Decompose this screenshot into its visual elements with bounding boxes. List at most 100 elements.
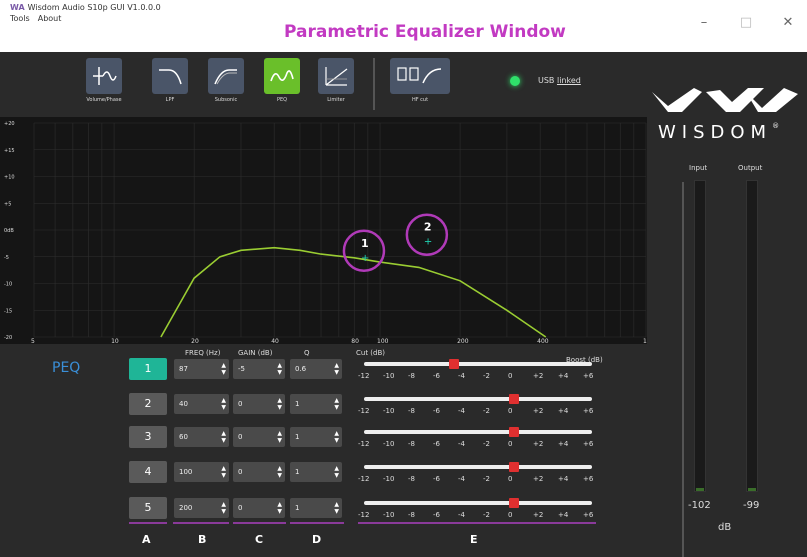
title-bar: WA Wisdom Audio S10p GUI V1.0.0.0 Tools … <box>0 0 807 52</box>
hf-cut-icon <box>390 58 450 94</box>
maximize-button[interactable]: □ <box>739 15 753 30</box>
freq-header: FREQ (Hz) <box>185 349 221 357</box>
spinner-arrows-icon[interactable]: ▲ ▼ <box>221 397 226 411</box>
spinner-arrows-icon[interactable]: ▲ ▼ <box>221 501 226 515</box>
q-spinbox[interactable]: 1 ▲ ▼ <box>290 462 342 482</box>
tool-subsonic[interactable]: Subsonic <box>204 58 248 112</box>
freq-spinbox[interactable]: 200 ▲ ▼ <box>174 498 229 518</box>
marker-label: 1 <box>361 237 369 250</box>
gain-slider-thumb[interactable] <box>509 394 520 404</box>
tool-label: Limiter <box>327 97 345 103</box>
q-spinbox[interactable]: 1 ▲ ▼ <box>290 498 342 518</box>
spinner-arrows-icon[interactable]: ▲ ▼ <box>221 362 226 376</box>
y-tick-label: +15 <box>4 148 15 154</box>
slider-tick-label: -8 <box>408 511 415 519</box>
freq-spinbox[interactable]: 100 ▲ ▼ <box>174 462 229 482</box>
freq-spinbox[interactable]: 60 ▲ ▼ <box>174 427 229 447</box>
tool-hf-cut[interactable]: HF cut <box>388 58 452 112</box>
band-select-button[interactable]: 5 <box>129 497 167 519</box>
window-title: Parametric Equalizer Window <box>284 22 566 42</box>
gain-slider-thumb[interactable] <box>448 359 459 369</box>
band-marker-2[interactable]: 2+ <box>405 213 449 256</box>
y-tick-label: +10 <box>4 175 15 181</box>
menu-tools[interactable]: Tools <box>10 14 30 23</box>
gain-slider[interactable] <box>364 394 592 404</box>
q-spinbox[interactable]: 0.6 ▲ ▼ <box>290 359 342 379</box>
gain-slider-thumb[interactable] <box>509 462 520 472</box>
column-letter-e: E <box>470 533 478 546</box>
tool-limiter[interactable]: Limiter <box>314 58 358 112</box>
band-select-button[interactable]: 2 <box>129 393 167 415</box>
spinner-arrows-icon[interactable]: ▲ ▼ <box>334 501 339 515</box>
spinner-arrows-icon[interactable]: ▲ ▼ <box>277 362 282 376</box>
tool-label: LPF <box>165 97 175 103</box>
spinner-arrows-icon[interactable]: ▲ ▼ <box>221 465 226 479</box>
peq-controls: PEQ FREQ (Hz) GAIN (dB) Q Cut (dB) Boost… <box>0 344 647 557</box>
slider-tick-label: -12 <box>358 372 370 380</box>
freq-spinbox-value: 87 <box>179 365 188 373</box>
close-button[interactable]: ✕ <box>781 15 795 30</box>
column-letter-d: D <box>312 533 322 546</box>
spinner-arrows-icon[interactable]: ▲ ▼ <box>277 397 282 411</box>
menu-about[interactable]: About <box>38 14 62 23</box>
slider-tick-label: 0 <box>508 511 513 519</box>
y-tick-label: -10 <box>4 282 12 288</box>
spinner-arrows-icon[interactable]: ▲ ▼ <box>334 397 339 411</box>
spinner-arrows-icon[interactable]: ▲ ▼ <box>277 430 282 444</box>
spinner-arrows-icon[interactable]: ▲ ▼ <box>277 465 282 479</box>
gain-spinbox[interactable]: 0 ▲ ▼ <box>233 498 285 518</box>
toolbar: Volume/Phase LPF Subsonic PEQ Limiter HF… <box>0 52 647 117</box>
input-meter <box>694 180 706 492</box>
column-letter-c: C <box>255 533 264 546</box>
brand-wordmark: WISDOM® <box>658 122 779 143</box>
gain-slider-thumb[interactable] <box>509 427 520 437</box>
slider-tick-label: -4 <box>458 511 465 519</box>
peq-icon <box>264 58 300 94</box>
spinner-arrows-icon[interactable]: ▲ ▼ <box>334 430 339 444</box>
slider-tick-label: -6 <box>433 407 440 415</box>
spinner-arrows-icon[interactable]: ▲ ▼ <box>334 362 339 376</box>
gain-slider-thumb[interactable] <box>509 498 520 508</box>
tool-peq[interactable]: PEQ <box>260 58 304 112</box>
slider-tick-label: -12 <box>358 440 370 448</box>
column-letter-b: B <box>198 533 207 546</box>
spinner-arrows-icon[interactable]: ▲ ▼ <box>334 465 339 479</box>
tool-volume-phase[interactable]: Volume/Phase <box>82 58 126 112</box>
q-spinbox[interactable]: 1 ▲ ▼ <box>290 394 342 414</box>
gain-spinbox[interactable]: 0 ▲ ▼ <box>233 427 285 447</box>
spinner-arrows-icon[interactable]: ▲ ▼ <box>221 430 226 444</box>
column-underline <box>290 522 344 524</box>
column-underline <box>233 522 286 524</box>
slider-tick-label: -6 <box>433 440 440 448</box>
spinner-arrows-icon[interactable]: ▲ ▼ <box>277 501 282 515</box>
band-select-button[interactable]: 3 <box>129 426 167 448</box>
freq-spinbox[interactable]: 87 ▲ ▼ <box>174 359 229 379</box>
gain-spinbox[interactable]: 0 ▲ ▼ <box>233 462 285 482</box>
gain-slider[interactable] <box>364 462 592 472</box>
usb-linked-status[interactable]: linked <box>557 76 581 85</box>
q-spinbox[interactable]: 1 ▲ ▼ <box>290 427 342 447</box>
gain-spinbox[interactable]: -5 ▲ ▼ <box>233 359 285 379</box>
eq-response-chart[interactable]: +20 +15 +10 +5 0dB -5 -10 -15 -20 5 10 20 40 80 100 200… <box>0 117 647 344</box>
minimize-button[interactable]: – <box>697 15 711 30</box>
band-marker-1[interactable]: 1+ <box>342 229 386 272</box>
band-select-button[interactable]: 4 <box>129 461 167 483</box>
app-window: WA Wisdom Audio S10p GUI V1.0.0.0 Tools … <box>0 0 807 557</box>
tool-label: HF cut <box>411 97 429 103</box>
slider-tick-labels: -12 -10 -8 -6 -4 -2 0 +2 +4 +6 <box>358 511 608 519</box>
band-select-button[interactable]: 1 <box>129 358 167 380</box>
window-controls: – □ ✕ <box>697 15 795 30</box>
q-spinbox-value: 0.6 <box>295 365 307 373</box>
slider-tick-label: +4 <box>558 407 569 415</box>
slider-tick-label: 0 <box>508 372 513 380</box>
gain-slider[interactable] <box>364 359 592 369</box>
input-meter-value: -102 <box>688 500 711 511</box>
y-tick-label: -15 <box>4 308 12 314</box>
gain-slider[interactable] <box>364 427 592 437</box>
gain-spinbox[interactable]: 0 ▲ ▼ <box>233 394 285 414</box>
marker-label: 2 <box>424 221 432 234</box>
gain-slider[interactable] <box>364 498 592 508</box>
freq-spinbox-value: 100 <box>179 468 193 476</box>
freq-spinbox[interactable]: 40 ▲ ▼ <box>174 394 229 414</box>
tool-lpf[interactable]: LPF <box>148 58 192 112</box>
